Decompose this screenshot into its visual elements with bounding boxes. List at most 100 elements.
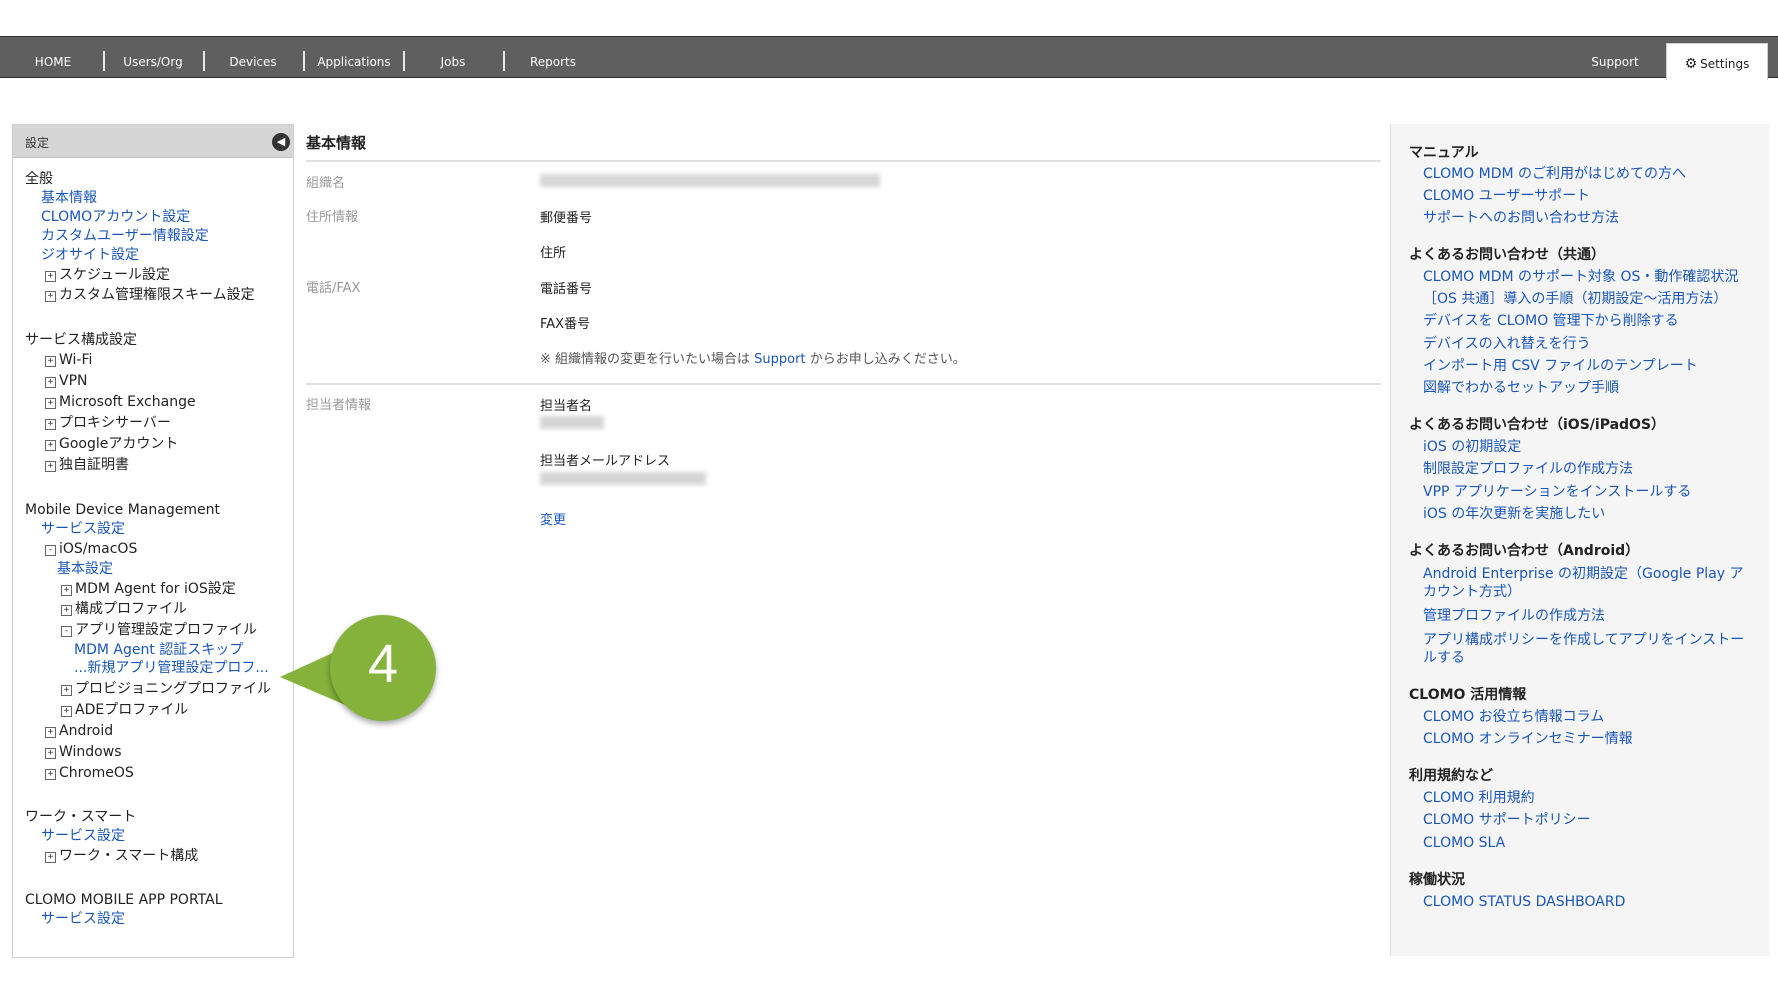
- tree-item-wifi[interactable]: + Wi-Fi: [45, 351, 92, 369]
- tree-heading-mdm: Mobile Device Management: [25, 502, 220, 518]
- help-link[interactable]: CLOMO お役立ち情報コラム: [1423, 707, 1604, 727]
- nav-jobs[interactable]: Jobs: [412, 37, 494, 77]
- postal-code-label: 郵便番号: [540, 211, 593, 226]
- collapse-sidebar-icon[interactable]: ◀: [272, 133, 290, 151]
- tree-link-basic-info[interactable]: 基本情報: [41, 189, 97, 207]
- help-link[interactable]: CLOMO SLA: [1423, 833, 1505, 853]
- tree-link-clomo-account[interactable]: CLOMOアカウント設定: [41, 208, 190, 226]
- help-link[interactable]: アプリ構成ポリシーを作成してアプリをインストー: [1423, 630, 1744, 650]
- support-link[interactable]: Support: [754, 352, 805, 367]
- nav-reports[interactable]: Reports: [512, 37, 594, 77]
- contact-email-redacted: [540, 472, 706, 485]
- help-link[interactable]: CLOMO 利用規約: [1423, 788, 1535, 808]
- tree-item-provisioning[interactable]: + プロビジョニングプロファイル: [61, 680, 271, 698]
- tree-item-work-smart-config[interactable]: + ワーク・スマート構成: [45, 847, 198, 865]
- nav-separator: [303, 51, 305, 71]
- tree-item-vpn[interactable]: + VPN: [45, 372, 88, 390]
- nav-devices[interactable]: Devices: [212, 37, 294, 77]
- tree-link-auth-skip[interactable]: MDM Agent 認証スキップ: [74, 641, 243, 659]
- sidebar-title: 設定: [25, 136, 50, 150]
- help-link[interactable]: CLOMO ユーザーサポート: [1423, 186, 1590, 206]
- tree-item-google[interactable]: + Googleアカウント: [45, 435, 178, 453]
- help-link[interactable]: ［OS 共通］導入の手順（初期設定〜活用方法）: [1423, 289, 1727, 309]
- tree-item-cert[interactable]: + 独自証明書: [45, 456, 129, 474]
- collapse-minus-icon: -: [45, 545, 56, 556]
- help-link[interactable]: CLOMO オンラインセミナー情報: [1423, 729, 1633, 749]
- tree-item-app-profile[interactable]: - アプリ管理設定プロファイル: [61, 621, 257, 639]
- help-link[interactable]: カウント方式）: [1423, 582, 1521, 602]
- nav-users-org[interactable]: Users/Org: [112, 37, 194, 77]
- tree-heading-work-smart: ワーク・スマート: [25, 809, 137, 825]
- help-link[interactable]: デバイスの入れ替えを行う: [1423, 334, 1591, 354]
- nav-support[interactable]: Support: [1574, 37, 1656, 77]
- nav-home[interactable]: HOME: [22, 37, 84, 77]
- tree-link-work-smart-service[interactable]: サービス設定: [41, 827, 125, 845]
- tree-item-proxy[interactable]: + プロキシサーバー: [45, 414, 171, 432]
- status-heading: 稼働状況: [1409, 872, 1465, 888]
- tree-link-new-app-profile[interactable]: ...新規アプリ管理設定プロフ...: [74, 659, 269, 677]
- tree-item-windows[interactable]: + Windows: [45, 743, 122, 761]
- tree-item-config-profile[interactable]: + 構成プロファイル: [61, 600, 187, 618]
- tree-item-custom-perm[interactable]: + カスタム管理権限スキーム設定: [45, 286, 255, 304]
- address-field-label: 住所: [540, 246, 567, 261]
- settings-sidebar: 設定 ◀ 全般 基本情報 CLOMOアカウント設定 カスタムユーザー情報設定 ジ…: [12, 124, 294, 958]
- divider: [306, 160, 1381, 162]
- expand-plus-icon: +: [45, 769, 56, 780]
- expand-plus-icon: +: [45, 727, 56, 738]
- help-link[interactable]: VPP アプリケーションをインストールする: [1423, 482, 1691, 502]
- tree-item-ade[interactable]: + ADEプロファイル: [61, 701, 188, 719]
- help-link[interactable]: CLOMO サポートポリシー: [1423, 810, 1591, 830]
- tree-link-geosite[interactable]: ジオサイト設定: [41, 246, 139, 264]
- contact-name-label: 担当者名: [540, 399, 593, 414]
- terms-heading: 利用規約など: [1409, 768, 1493, 784]
- org-name-redacted: [540, 174, 880, 187]
- tree-link-ios-basic[interactable]: 基本設定: [57, 560, 113, 578]
- help-link[interactable]: デバイスを CLOMO 管理下から削除する: [1423, 311, 1679, 331]
- tree-item-agent[interactable]: + MDM Agent for iOS設定: [61, 580, 236, 598]
- help-link[interactable]: CLOMO MDM のサポート対象 OS・動作確認状況: [1423, 267, 1738, 287]
- help-link[interactable]: iOS の年次更新を実施したい: [1423, 504, 1605, 524]
- tree-item-android[interactable]: + Android: [45, 722, 113, 740]
- org-name-label: 組織名: [306, 176, 346, 191]
- manual-heading: マニュアル: [1409, 145, 1479, 161]
- tree-item-ios-macos[interactable]: - iOS/macOS: [45, 540, 137, 558]
- tree-link-custom-user[interactable]: カスタムユーザー情報設定: [41, 227, 209, 245]
- nav-settings-tab[interactable]: ⚙ Settings: [1666, 43, 1768, 80]
- expand-plus-icon: +: [45, 356, 56, 367]
- top-navigation-bar: HOME Users/Org Devices Applications Jobs…: [0, 36, 1778, 80]
- divider: [306, 383, 1381, 385]
- expand-plus-icon: +: [45, 291, 56, 302]
- tree-item-chromeos[interactable]: + ChromeOS: [45, 764, 134, 782]
- help-link[interactable]: サポートへのお問い合わせ方法: [1423, 208, 1619, 228]
- help-link[interactable]: CLOMO MDM のご利用がはじめての方へ: [1423, 164, 1686, 184]
- help-link[interactable]: 図解でわかるセットアップ手順: [1423, 378, 1619, 398]
- tree-link-mdm-service[interactable]: サービス設定: [41, 520, 125, 538]
- faq-ios-heading: よくあるお問い合わせ（iOS/iPadOS）: [1409, 417, 1666, 433]
- step-callout: 4: [280, 615, 436, 721]
- tree-item-exchange[interactable]: + Microsoft Exchange: [45, 393, 196, 411]
- nav-separator: [503, 51, 505, 71]
- change-link[interactable]: 変更: [540, 509, 566, 528]
- fax-label: FAX番号: [540, 317, 591, 332]
- tree-item-schedule[interactable]: + スケジュール設定: [45, 266, 170, 284]
- faq-common-heading: よくあるお問い合わせ（共通）: [1409, 247, 1605, 263]
- help-link[interactable]: iOS の初期設定: [1423, 437, 1521, 457]
- expand-plus-icon: +: [61, 685, 72, 696]
- help-panel: マニュアル CLOMO MDM のご利用がはじめての方へ CLOMO ユーザーサ…: [1390, 124, 1769, 956]
- help-link[interactable]: ルする: [1423, 648, 1465, 668]
- phone-fax-label: 電話/FAX: [306, 281, 361, 296]
- faq-android-heading: よくあるお問い合わせ（Android）: [1409, 543, 1640, 559]
- sidebar-header: 設定 ◀: [13, 125, 293, 158]
- help-link[interactable]: インポート用 CSV ファイルのテンプレート: [1423, 356, 1698, 376]
- expand-plus-icon: +: [45, 461, 56, 472]
- tree-heading-portal: CLOMO MOBILE APP PORTAL: [25, 892, 223, 908]
- nav-applications[interactable]: Applications: [310, 37, 398, 77]
- nav-settings-label: Settings: [1700, 57, 1750, 71]
- expand-plus-icon: +: [45, 852, 56, 863]
- help-link[interactable]: CLOMO STATUS DASHBOARD: [1423, 892, 1625, 912]
- help-link[interactable]: 制限設定プロファイルの作成方法: [1423, 459, 1633, 479]
- help-link[interactable]: Android Enterprise の初期設定（Google Play ア: [1423, 564, 1744, 584]
- page-title: 基本情報: [306, 134, 367, 152]
- help-link[interactable]: 管理プロファイルの作成方法: [1423, 606, 1605, 626]
- tree-link-portal-service[interactable]: サービス設定: [41, 910, 125, 928]
